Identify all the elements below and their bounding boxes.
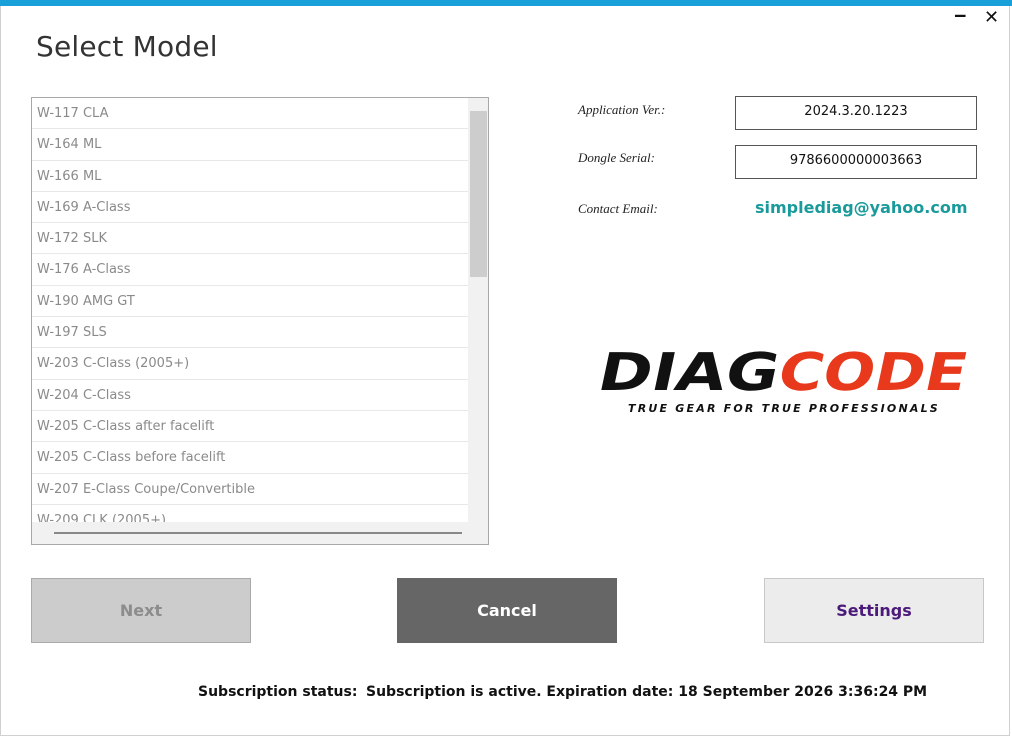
model-listbox[interactable]: W-117 CLA W-164 ML W-166 ML W-169 A-Class W-… xyxy=(31,97,489,545)
list-item[interactable]: W-190 AMG GT xyxy=(32,286,468,318)
list-item[interactable]: W-176 A-Class xyxy=(32,254,468,286)
contact-email-label: Contact Email: xyxy=(578,201,658,216)
minimize-icon[interactable]: ‒ xyxy=(954,6,967,26)
cancel-button[interactable]: Cancel xyxy=(397,578,617,643)
horizontal-scrollbar[interactable] xyxy=(32,522,488,544)
list-item[interactable]: W-172 SLK xyxy=(32,223,468,255)
list-item[interactable]: W-197 SLS xyxy=(32,317,468,349)
close-icon[interactable]: ✕ xyxy=(984,8,999,28)
list-item[interactable]: W-166 ML xyxy=(32,161,468,192)
subscription-status-value: Subscription is active. Expiration date:… xyxy=(366,684,928,700)
list-item[interactable]: W-205 C-Class after facelift xyxy=(32,411,468,443)
list-item[interactable]: W-203 C-Class (2005+) xyxy=(32,348,468,380)
logo-text-diag: DIAG xyxy=(593,343,786,403)
vertical-scrollbar-thumb[interactable] xyxy=(470,111,487,277)
list-item[interactable]: W-164 ML xyxy=(32,129,468,161)
contact-email-link[interactable]: simplediag@yahoo.com xyxy=(755,198,967,217)
list-item[interactable]: W-207 E-Class Coupe/Convertible xyxy=(32,474,468,505)
settings-button[interactable]: Settings xyxy=(764,578,984,643)
model-list-items: W-117 CLA W-164 ML W-166 ML W-169 A-Class W-… xyxy=(32,98,468,537)
list-item[interactable]: W-204 C-Class xyxy=(32,380,468,411)
horizontal-scrollbar-thumb[interactable] xyxy=(54,532,462,534)
next-button[interactable]: Next xyxy=(31,578,251,643)
page-title: Select Model xyxy=(36,30,218,63)
vertical-scrollbar[interactable] xyxy=(468,98,488,522)
dongle-serial-label: Dongle Serial: xyxy=(578,150,655,165)
diagcode-logo: DIAG CODE TRUE GEAR FOR TRUE PROFESSIONA… xyxy=(593,343,974,415)
list-item[interactable]: W-117 CLA xyxy=(32,98,468,130)
logo-text-code: CODE xyxy=(773,343,974,403)
app-version-label: Application Ver.: xyxy=(578,102,666,117)
list-item[interactable]: W-205 C-Class before facelift xyxy=(32,442,468,474)
logo-tagline: TRUE GEAR FOR TRUE PROFESSIONALS xyxy=(628,402,940,415)
app-version-field: 2024.3.20.1223 xyxy=(735,96,977,130)
dongle-serial-field: 9786600000003663 xyxy=(735,145,977,179)
list-item[interactable]: W-169 A-Class xyxy=(32,192,468,224)
subscription-status-label: Subscription status: xyxy=(198,684,358,700)
